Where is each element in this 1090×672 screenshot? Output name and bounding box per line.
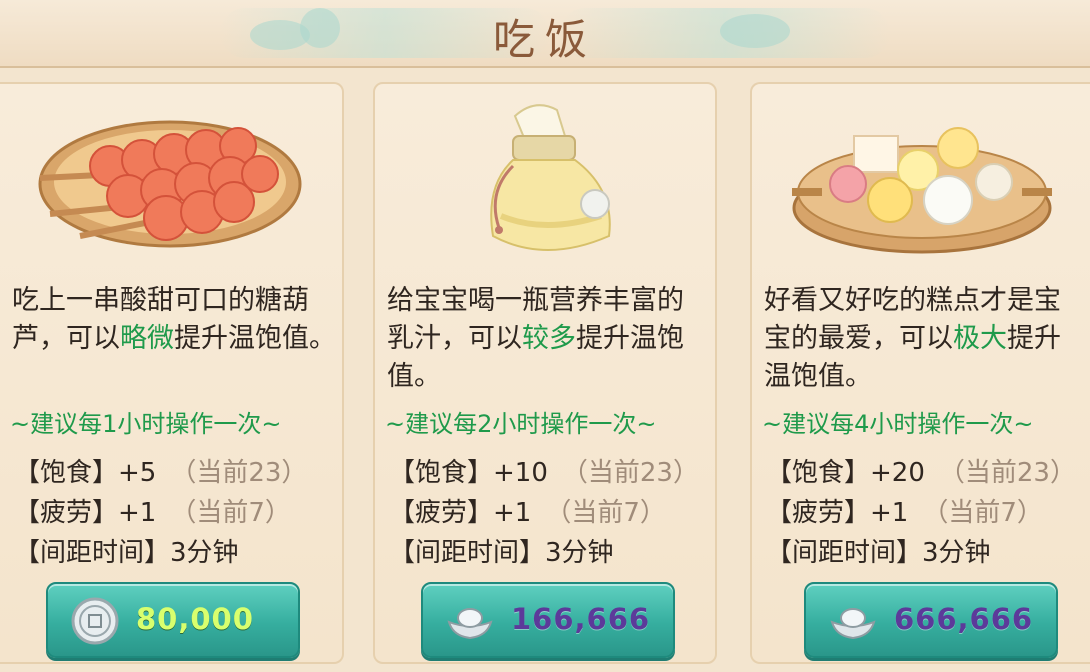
food-description: 好看又好吃的糕点才是宝宝的最爱，可以极大提升温饱值。 <box>764 285 1061 392</box>
milk-bottle-icon <box>490 104 611 251</box>
stat-fatigue: 【疲劳】+1 （当前7） <box>389 498 666 528</box>
price-label: 666,666 <box>894 602 1034 636</box>
page-title: 吃饭 <box>492 15 597 64</box>
stat-satiety: 【饱食】+5 （当前23） <box>14 458 308 488</box>
stat-interval: 【间距时间】3分钟 <box>389 538 614 568</box>
stat-satiety: 【饱食】+20 （当前23） <box>766 458 1076 488</box>
advice-text: ~建议每1小时操作一次~ <box>10 410 282 438</box>
buy-button[interactable]: 80,000 <box>46 582 300 658</box>
advice-text: ~建议每2小时操作一次~ <box>385 410 657 438</box>
effect-highlight: 略微 <box>120 323 174 354</box>
effect-highlight: 极大 <box>953 323 1007 354</box>
stat-interval: 【间距时间】3分钟 <box>14 538 239 568</box>
title-bar: 吃饭 <box>0 0 1090 68</box>
effect-highlight: 较多 <box>522 323 576 354</box>
buy-button[interactable]: 166,666 <box>421 582 675 658</box>
food-card[interactable]: 给宝宝喝一瓶营养丰富的乳汁，可以较多提升温饱值。 ~建议每2小时操作一次~ 【饱… <box>373 82 717 664</box>
advice-text: ~建议每4小时操作一次~ <box>762 410 1034 438</box>
food-description: 给宝宝喝一瓶营养丰富的乳汁，可以较多提升温饱值。 <box>387 285 684 392</box>
buy-button[interactable]: 666,666 <box>804 582 1058 658</box>
silver-ingot-icon <box>447 608 493 640</box>
stat-fatigue: 【疲劳】+1 （当前7） <box>14 498 291 528</box>
pastry-steamer-icon <box>792 127 1052 254</box>
silver-coin-icon <box>71 597 119 645</box>
silver-ingot-icon <box>830 608 876 640</box>
stat-fatigue: 【疲劳】+1 （当前7） <box>766 498 1043 528</box>
stat-satiety: 【饱食】+10 （当前23） <box>389 458 699 488</box>
food-description: 吃上一串酸甜可口的糖葫芦，可以略微提升温饱值。 <box>12 285 336 354</box>
stat-interval: 【间距时间】3分钟 <box>766 538 991 568</box>
price-label: 80,000 <box>136 602 254 636</box>
price-label: 166,666 <box>511 602 651 636</box>
candied-haws-icon <box>38 120 302 248</box>
food-card[interactable]: 好看又好吃的糕点才是宝宝的最爱，可以极大提升温饱值。 ~建议每4小时操作一次~ … <box>750 82 1090 664</box>
food-card[interactable]: 吃上一串酸甜可口的糖葫芦，可以略微提升温饱值。 ~建议每1小时操作一次~ 【饱食… <box>0 82 344 664</box>
